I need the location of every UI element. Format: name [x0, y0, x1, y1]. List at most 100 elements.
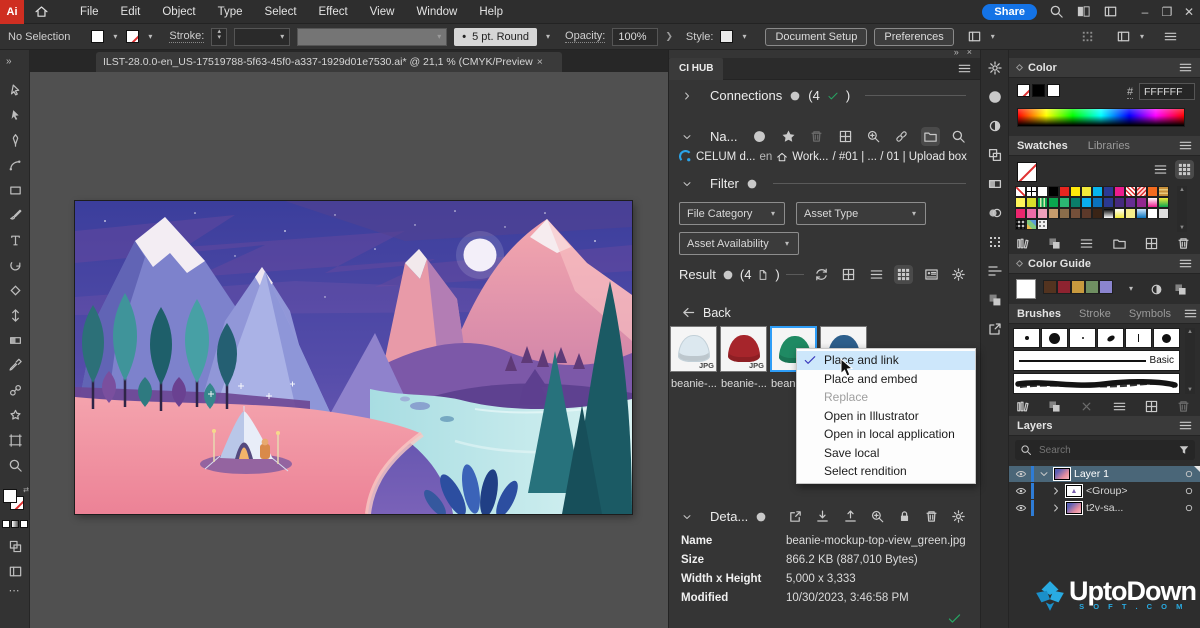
brush-item[interactable]: [1041, 328, 1068, 348]
panel-export-icon[interactable]: [987, 321, 1003, 337]
layer-thumbnail[interactable]: ▲: [1066, 485, 1082, 497]
brushes-scrollbar[interactable]: ▲▼: [1185, 328, 1195, 394]
type-tool-icon[interactable]: [0, 228, 30, 253]
swatch[interactable]: [1059, 197, 1070, 208]
swatch[interactable]: [1158, 186, 1169, 197]
color-guide-swatch[interactable]: [1071, 280, 1085, 294]
color-guide-swatch[interactable]: [1099, 280, 1113, 294]
upload-icon[interactable]: [843, 509, 858, 524]
brush-item[interactable]: [1153, 328, 1180, 348]
asset-thumbnail[interactable]: JPG: [670, 326, 717, 372]
limit-colors-icon[interactable]: [1149, 282, 1164, 297]
swatch[interactable]: [1070, 208, 1081, 219]
swatch[interactable]: [1125, 186, 1136, 197]
breadcrumb-home-icon[interactable]: [776, 151, 788, 163]
color-guide-menu-icon[interactable]: [1178, 256, 1193, 271]
panel-arrange-icon[interactable]: [1047, 236, 1062, 251]
fill-stroke-indicator[interactable]: ⇄: [0, 486, 30, 516]
grid-plus-icon[interactable]: [838, 129, 853, 144]
swatch[interactable]: [1037, 186, 1048, 197]
style-swatch[interactable]: [720, 30, 733, 43]
fill-swatch[interactable]: [91, 30, 104, 43]
menu-effect[interactable]: Effect: [308, 6, 359, 18]
opacity-input[interactable]: 100%: [612, 28, 658, 46]
menu-view[interactable]: View: [359, 6, 406, 18]
swatch[interactable]: [1059, 208, 1070, 219]
draw-mode-icon[interactable]: [0, 534, 30, 559]
swatch[interactable]: [1147, 197, 1158, 208]
brush-item[interactable]: [1069, 328, 1096, 348]
home-icon[interactable]: [34, 4, 49, 19]
canvas-area[interactable]: [30, 72, 668, 628]
stroke-label[interactable]: Stroke:: [169, 30, 204, 43]
menu-window[interactable]: Window: [405, 6, 468, 18]
refresh-icon[interactable]: [814, 267, 829, 282]
arrange-documents-icon[interactable]: [967, 29, 982, 44]
swatch-grid-view-icon[interactable]: [1177, 162, 1192, 177]
grid-plus-icon[interactable]: [1144, 399, 1159, 414]
brushes-menu-icon[interactable]: [1183, 306, 1198, 321]
menu-type[interactable]: Type: [207, 6, 254, 18]
tab-brushes[interactable]: Brushes: [1017, 308, 1061, 320]
swatch[interactable]: [1026, 197, 1037, 208]
gradient-mode-button[interactable]: [11, 520, 19, 528]
layer-name[interactable]: t2v-sa...: [1086, 502, 1179, 514]
asset-availability-select[interactable]: Asset Availability▾: [679, 232, 799, 255]
panel-menu-icon[interactable]: [1163, 29, 1178, 44]
cihub-tab[interactable]: CI HUB: [669, 58, 723, 80]
brush-chevron-icon[interactable]: ▾: [544, 32, 552, 41]
details-expand-icon[interactable]: [681, 511, 693, 523]
swatch[interactable]: [1114, 208, 1125, 219]
link-icon[interactable]: [894, 129, 909, 144]
swatch[interactable]: [1158, 208, 1169, 219]
gear-icon[interactable]: [951, 509, 966, 524]
cihub-menu-icon[interactable]: [957, 61, 972, 76]
grid-plus-icon[interactable]: [1144, 236, 1159, 251]
swatch[interactable]: [1015, 186, 1026, 197]
books-icon[interactable]: [1015, 399, 1030, 414]
color-menu-icon[interactable]: [1178, 60, 1193, 75]
paintbrush-tool-icon[interactable]: [0, 203, 30, 228]
stroke-chevron-icon[interactable]: ▾: [146, 32, 154, 41]
menu-item-select-rendition[interactable]: Select rendition: [797, 462, 975, 481]
back-label[interactable]: Back: [703, 306, 731, 320]
pen-tool-icon[interactable]: [0, 128, 30, 153]
preferences-button[interactable]: Preferences: [874, 28, 953, 46]
swatch[interactable]: [1037, 208, 1048, 219]
gear-icon[interactable]: [951, 267, 966, 282]
swatch[interactable]: [1026, 219, 1037, 230]
panel-gradient-icon[interactable]: [987, 176, 1003, 192]
star-icon[interactable]: [781, 129, 796, 144]
variable-width-select[interactable]: ▾: [297, 28, 447, 46]
color-mode-button[interactable]: [2, 520, 10, 528]
color-panel-header[interactable]: Color: [1009, 58, 1200, 78]
panel-align-icon[interactable]: [987, 263, 1003, 279]
eyedropper-tool-icon[interactable]: [0, 353, 30, 378]
base-color-swatch[interactable]: [1017, 280, 1035, 298]
swatch[interactable]: [1081, 208, 1092, 219]
menu-item-open-in-illustrator[interactable]: Open in Illustrator: [797, 407, 975, 426]
menu-item-place-and-embed[interactable]: Place and embed: [797, 370, 975, 389]
none-swatch[interactable]: [1017, 84, 1030, 97]
menu-select[interactable]: Select: [254, 6, 308, 18]
current-fill-swatch[interactable]: [1017, 162, 1037, 182]
color-guide-swatch[interactable]: [1057, 280, 1071, 294]
brush-definition-select[interactable]: • 5 pt. Round: [454, 28, 537, 46]
swatches-menu-icon[interactable]: [1178, 138, 1193, 153]
swatch[interactable]: [1037, 197, 1048, 208]
layer-row[interactable]: t2v-sa...: [1009, 500, 1200, 516]
menu-item-save-local[interactable]: Save local: [797, 444, 975, 463]
none-mode-button[interactable]: [20, 520, 28, 528]
panel-arrange-icon[interactable]: [987, 292, 1003, 308]
panel-arrange-icon[interactable]: [1047, 399, 1062, 414]
panel-collapse-icon[interactable]: [1016, 64, 1023, 71]
swatch[interactable]: [1070, 197, 1081, 208]
swatch[interactable]: [1103, 186, 1114, 197]
list-view-icon[interactable]: [1079, 236, 1094, 251]
swatch[interactable]: [1147, 186, 1158, 197]
visibility-eye-icon[interactable]: [1015, 485, 1027, 497]
document-setup-button[interactable]: Document Setup: [765, 28, 867, 46]
shaper-tool-icon[interactable]: [0, 278, 30, 303]
connections-info-icon[interactable]: [789, 90, 801, 102]
document-close-icon[interactable]: ×: [537, 56, 543, 68]
